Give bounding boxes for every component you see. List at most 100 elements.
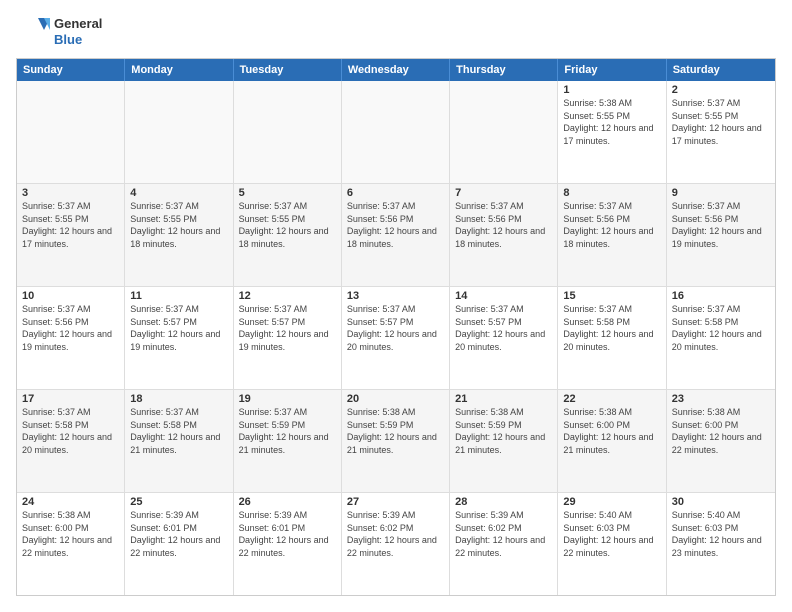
calendar-row-3: 17Sunrise: 5:37 AM Sunset: 5:58 PM Dayli… xyxy=(17,390,775,493)
day-number: 20 xyxy=(347,393,444,405)
day-cell-22: 22Sunrise: 5:38 AM Sunset: 6:00 PM Dayli… xyxy=(558,390,666,492)
empty-cell xyxy=(342,81,450,183)
cell-info: Sunrise: 5:40 AM Sunset: 6:03 PM Dayligh… xyxy=(563,509,660,559)
calendar-row-2: 10Sunrise: 5:37 AM Sunset: 5:56 PM Dayli… xyxy=(17,287,775,390)
day-number: 15 xyxy=(563,290,660,302)
day-cell-12: 12Sunrise: 5:37 AM Sunset: 5:57 PM Dayli… xyxy=(234,287,342,389)
cell-info: Sunrise: 5:37 AM Sunset: 5:57 PM Dayligh… xyxy=(455,303,552,353)
cell-info: Sunrise: 5:37 AM Sunset: 5:58 PM Dayligh… xyxy=(130,406,227,456)
day-cell-25: 25Sunrise: 5:39 AM Sunset: 6:01 PM Dayli… xyxy=(125,493,233,595)
day-number: 2 xyxy=(672,84,770,96)
day-number: 22 xyxy=(563,393,660,405)
logo-svg xyxy=(16,16,50,48)
day-cell-5: 5Sunrise: 5:37 AM Sunset: 5:55 PM Daylig… xyxy=(234,184,342,286)
day-cell-11: 11Sunrise: 5:37 AM Sunset: 5:57 PM Dayli… xyxy=(125,287,233,389)
day-header-wednesday: Wednesday xyxy=(342,59,450,81)
cell-info: Sunrise: 5:38 AM Sunset: 6:00 PM Dayligh… xyxy=(672,406,770,456)
day-number: 26 xyxy=(239,496,336,508)
empty-cell xyxy=(450,81,558,183)
day-number: 21 xyxy=(455,393,552,405)
day-number: 30 xyxy=(672,496,770,508)
calendar-body: 1Sunrise: 5:38 AM Sunset: 5:55 PM Daylig… xyxy=(17,81,775,595)
day-number: 27 xyxy=(347,496,444,508)
day-cell-4: 4Sunrise: 5:37 AM Sunset: 5:55 PM Daylig… xyxy=(125,184,233,286)
day-cell-15: 15Sunrise: 5:37 AM Sunset: 5:58 PM Dayli… xyxy=(558,287,666,389)
cell-info: Sunrise: 5:37 AM Sunset: 5:56 PM Dayligh… xyxy=(672,200,770,250)
day-number: 4 xyxy=(130,187,227,199)
day-number: 1 xyxy=(563,84,660,96)
day-header-thursday: Thursday xyxy=(450,59,558,81)
day-number: 8 xyxy=(563,187,660,199)
day-cell-6: 6Sunrise: 5:37 AM Sunset: 5:56 PM Daylig… xyxy=(342,184,450,286)
cell-info: Sunrise: 5:37 AM Sunset: 5:56 PM Dayligh… xyxy=(347,200,444,250)
cell-info: Sunrise: 5:37 AM Sunset: 5:57 PM Dayligh… xyxy=(347,303,444,353)
header: GeneralBlue xyxy=(16,16,776,48)
page: GeneralBlue SundayMondayTuesdayWednesday… xyxy=(0,0,792,612)
cell-info: Sunrise: 5:37 AM Sunset: 5:58 PM Dayligh… xyxy=(563,303,660,353)
day-number: 18 xyxy=(130,393,227,405)
day-number: 9 xyxy=(672,187,770,199)
day-cell-16: 16Sunrise: 5:37 AM Sunset: 5:58 PM Dayli… xyxy=(667,287,775,389)
day-cell-28: 28Sunrise: 5:39 AM Sunset: 6:02 PM Dayli… xyxy=(450,493,558,595)
day-number: 10 xyxy=(22,290,119,302)
cell-info: Sunrise: 5:39 AM Sunset: 6:01 PM Dayligh… xyxy=(130,509,227,559)
cell-info: Sunrise: 5:37 AM Sunset: 5:55 PM Dayligh… xyxy=(130,200,227,250)
day-number: 7 xyxy=(455,187,552,199)
day-number: 11 xyxy=(130,290,227,302)
day-header-sunday: Sunday xyxy=(17,59,125,81)
cell-info: Sunrise: 5:37 AM Sunset: 5:58 PM Dayligh… xyxy=(672,303,770,353)
cell-info: Sunrise: 5:38 AM Sunset: 5:59 PM Dayligh… xyxy=(455,406,552,456)
day-number: 28 xyxy=(455,496,552,508)
day-number: 16 xyxy=(672,290,770,302)
day-number: 25 xyxy=(130,496,227,508)
day-number: 3 xyxy=(22,187,119,199)
day-cell-13: 13Sunrise: 5:37 AM Sunset: 5:57 PM Dayli… xyxy=(342,287,450,389)
day-cell-20: 20Sunrise: 5:38 AM Sunset: 5:59 PM Dayli… xyxy=(342,390,450,492)
cell-info: Sunrise: 5:38 AM Sunset: 5:59 PM Dayligh… xyxy=(347,406,444,456)
day-number: 29 xyxy=(563,496,660,508)
cell-info: Sunrise: 5:39 AM Sunset: 6:02 PM Dayligh… xyxy=(455,509,552,559)
calendar-row-1: 3 Sunrise: 5:37 AM Sunset: 5:55 PM Daylig… xyxy=(17,184,775,287)
day-number: 14 xyxy=(455,290,552,302)
cell-info: Sunrise: 5:37 AM Sunset: 5:56 PM Dayligh… xyxy=(455,200,552,250)
day-number: 5 xyxy=(239,187,336,199)
day-cell-30: 30Sunrise: 5:40 AM Sunset: 6:03 PM Dayli… xyxy=(667,493,775,595)
cell-info: Sunrise: 5:39 AM Sunset: 6:01 PM Dayligh… xyxy=(239,509,336,559)
day-cell-18: 18Sunrise: 5:37 AM Sunset: 5:58 PM Dayli… xyxy=(125,390,233,492)
day-cell-29: 29Sunrise: 5:40 AM Sunset: 6:03 PM Dayli… xyxy=(558,493,666,595)
cell-info: Sunrise: 5:40 AM Sunset: 6:03 PM Dayligh… xyxy=(672,509,770,559)
calendar: SundayMondayTuesdayWednesdayThursdayFrid… xyxy=(16,58,776,596)
day-cell-9: 9Sunrise: 5:37 AM Sunset: 5:56 PM Daylig… xyxy=(667,184,775,286)
day-cell-2: 2Sunrise: 5:37 AM Sunset: 5:55 PM Daylig… xyxy=(667,81,775,183)
day-cell-7: 7Sunrise: 5:37 AM Sunset: 5:56 PM Daylig… xyxy=(450,184,558,286)
cell-info: Sunrise: 5:37 AM Sunset: 5:59 PM Dayligh… xyxy=(239,406,336,456)
empty-cell xyxy=(17,81,125,183)
day-number: 13 xyxy=(347,290,444,302)
day-cell-3: 3Sunrise: 5:37 AM Sunset: 5:55 PM Daylig… xyxy=(17,184,125,286)
day-cell-26: 26Sunrise: 5:39 AM Sunset: 6:01 PM Dayli… xyxy=(234,493,342,595)
day-number: 12 xyxy=(239,290,336,302)
day-header-tuesday: Tuesday xyxy=(234,59,342,81)
calendar-header: SundayMondayTuesdayWednesdayThursdayFrid… xyxy=(17,59,775,81)
cell-info: Sunrise: 5:37 AM Sunset: 5:56 PM Dayligh… xyxy=(22,303,119,353)
day-cell-17: 17Sunrise: 5:37 AM Sunset: 5:58 PM Dayli… xyxy=(17,390,125,492)
day-cell-14: 14Sunrise: 5:37 AM Sunset: 5:57 PM Dayli… xyxy=(450,287,558,389)
empty-cell xyxy=(125,81,233,183)
cell-info: Sunrise: 5:37 AM Sunset: 5:56 PM Dayligh… xyxy=(563,200,660,250)
day-cell-23: 23Sunrise: 5:38 AM Sunset: 6:00 PM Dayli… xyxy=(667,390,775,492)
day-cell-19: 19Sunrise: 5:37 AM Sunset: 5:59 PM Dayli… xyxy=(234,390,342,492)
empty-cell xyxy=(234,81,342,183)
cell-info: Sunrise: 5:38 AM Sunset: 6:00 PM Dayligh… xyxy=(563,406,660,456)
cell-info: Sunrise: 5:39 AM Sunset: 6:02 PM Dayligh… xyxy=(347,509,444,559)
day-header-saturday: Saturday xyxy=(667,59,775,81)
day-number: 19 xyxy=(239,393,336,405)
day-cell-24: 24Sunrise: 5:38 AM Sunset: 6:00 PM Dayli… xyxy=(17,493,125,595)
calendar-row-4: 24Sunrise: 5:38 AM Sunset: 6:00 PM Dayli… xyxy=(17,493,775,595)
logo-general: General xyxy=(54,16,102,32)
cell-info: Sunrise: 5:37 AM Sunset: 5:55 PM Dayligh… xyxy=(672,97,770,147)
cell-info: Sunrise: 5:38 AM Sunset: 6:00 PM Dayligh… xyxy=(22,509,119,559)
day-number: 23 xyxy=(672,393,770,405)
cell-info: Sunrise: 5:37 AM Sunset: 5:57 PM Dayligh… xyxy=(239,303,336,353)
day-number: 6 xyxy=(347,187,444,199)
day-cell-8: 8Sunrise: 5:37 AM Sunset: 5:56 PM Daylig… xyxy=(558,184,666,286)
